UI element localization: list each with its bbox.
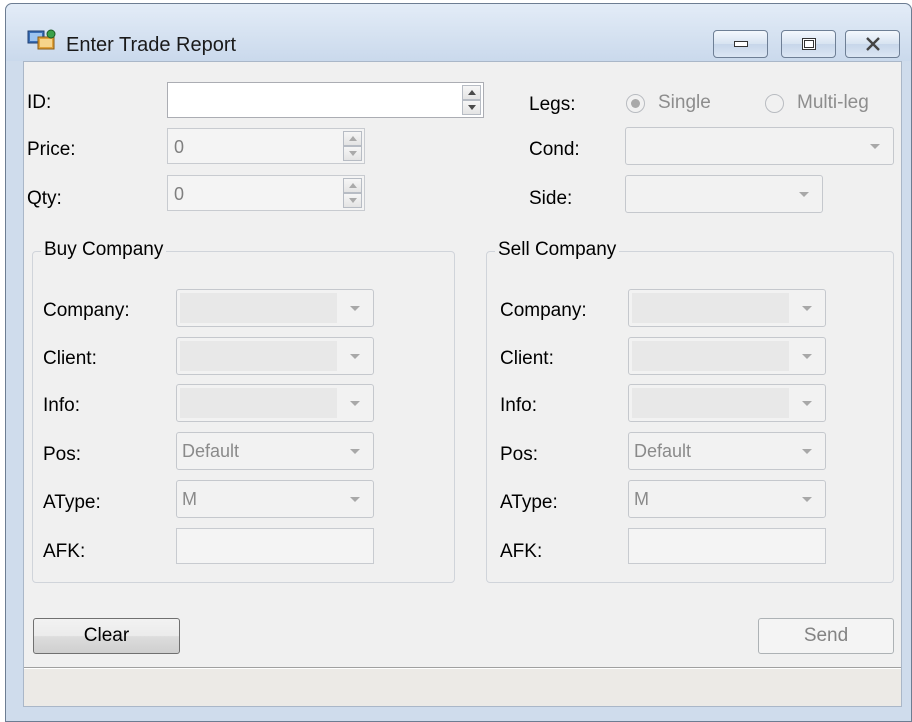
chevron-down-icon — [802, 401, 812, 406]
trade-report-window: Enter Trade Report ID: Price: 0 Qty: 0 L… — [5, 3, 912, 722]
maximize-icon — [801, 38, 816, 50]
sell-info-label: Info: — [500, 395, 537, 416]
chevron-down-icon — [350, 497, 360, 502]
qty-spinner[interactable] — [343, 178, 362, 208]
id-spinner[interactable] — [462, 85, 481, 115]
sell-atype-value: M — [634, 489, 649, 509]
sell-client-label: Client: — [500, 348, 554, 369]
buy-client-label: Client: — [43, 348, 97, 369]
sell-pos-label: Pos: — [500, 444, 539, 465]
side-label: Side: — [529, 188, 573, 209]
spin-up-icon[interactable] — [462, 85, 481, 100]
close-button[interactable] — [845, 30, 900, 58]
legs-multileg-radio[interactable] — [765, 94, 784, 113]
buy-client-dropdown[interactable] — [176, 337, 374, 375]
spin-down-icon[interactable] — [462, 100, 481, 115]
sell-afk-field[interactable] — [628, 528, 826, 564]
maximize-button[interactable] — [781, 30, 836, 58]
chevron-down-icon — [350, 354, 360, 359]
sell-atype-label: AType: — [500, 492, 558, 513]
id-field[interactable] — [167, 82, 484, 118]
price-value: 0 — [174, 137, 185, 157]
sell-afk-label: AFK: — [500, 541, 543, 562]
legs-multileg-label: Multi-leg — [797, 92, 869, 113]
trade-report-app-icon — [27, 29, 56, 50]
combo-field — [632, 388, 789, 418]
window-title: Enter Trade Report — [66, 34, 237, 56]
buy-pos-label: Pos: — [43, 444, 82, 465]
chevron-down-icon — [870, 144, 880, 149]
buy-info-label: Info: — [43, 395, 80, 416]
id-input[interactable] — [168, 83, 483, 117]
spin-down-icon[interactable] — [343, 146, 362, 161]
combo-field — [180, 293, 337, 323]
price-label: Price: — [27, 139, 76, 160]
price-field[interactable]: 0 — [167, 128, 365, 164]
minimize-icon — [733, 41, 748, 47]
cond-label: Cond: — [529, 139, 580, 160]
chevron-down-icon — [350, 306, 360, 311]
buy-pos-value: Default — [182, 441, 240, 461]
title-bar[interactable]: Enter Trade Report — [6, 4, 911, 61]
sell-info-dropdown[interactable] — [628, 384, 826, 422]
chevron-down-icon — [350, 449, 360, 454]
buy-company-label: Company: — [43, 300, 130, 321]
buy-company-group: Buy Company Company: Client: Info: Pos: — [32, 239, 455, 583]
qty-value: 0 — [174, 184, 185, 204]
chevron-down-icon — [802, 354, 812, 359]
buy-pos-dropdown[interactable]: Default — [176, 432, 374, 470]
combo-field — [632, 293, 789, 323]
side-dropdown[interactable] — [625, 175, 823, 213]
combo-field — [632, 341, 789, 371]
sell-company-title: Sell Company — [495, 239, 620, 261]
form-area: ID: Price: 0 Qty: 0 Legs: Single Multi-l… — [23, 61, 902, 707]
sell-company-label: Company: — [500, 300, 587, 321]
buy-afk-field[interactable] — [176, 528, 374, 564]
close-icon — [865, 37, 880, 51]
combo-field — [180, 388, 337, 418]
sell-company-group: Sell Company Company: Client: Info: Pos: — [486, 239, 894, 583]
buy-info-dropdown[interactable] — [176, 384, 374, 422]
chevron-down-icon — [350, 401, 360, 406]
send-button[interactable]: Send — [758, 618, 894, 654]
combo-field — [180, 341, 337, 371]
sell-client-dropdown[interactable] — [628, 337, 826, 375]
qty-label: Qty: — [27, 188, 62, 209]
chevron-down-icon — [802, 497, 812, 502]
spin-down-icon[interactable] — [343, 193, 362, 208]
cond-dropdown[interactable] — [625, 127, 894, 165]
status-bar — [24, 668, 901, 706]
buy-company-dropdown[interactable] — [176, 289, 374, 327]
sell-company-dropdown[interactable] — [628, 289, 826, 327]
sell-pos-value: Default — [634, 441, 692, 461]
spin-up-icon[interactable] — [343, 178, 362, 193]
qty-field[interactable]: 0 — [167, 175, 365, 211]
sell-atype-dropdown[interactable]: M — [628, 480, 826, 518]
buy-atype-value: M — [182, 489, 197, 509]
legs-label: Legs: — [529, 94, 576, 115]
legs-single-radio[interactable] — [626, 94, 645, 113]
chevron-down-icon — [802, 449, 812, 454]
minimize-button[interactable] — [713, 30, 768, 58]
buy-atype-label: AType: — [43, 492, 101, 513]
sell-pos-dropdown[interactable]: Default — [628, 432, 826, 470]
chevron-down-icon — [802, 306, 812, 311]
id-label: ID: — [27, 92, 52, 113]
clear-button[interactable]: Clear — [33, 618, 180, 654]
buy-company-title: Buy Company — [41, 239, 167, 261]
price-spinner[interactable] — [343, 131, 362, 161]
buy-afk-label: AFK: — [43, 541, 86, 562]
legs-single-label: Single — [658, 92, 711, 113]
buy-atype-dropdown[interactable]: M — [176, 480, 374, 518]
spin-up-icon[interactable] — [343, 131, 362, 146]
chevron-down-icon — [799, 192, 809, 197]
